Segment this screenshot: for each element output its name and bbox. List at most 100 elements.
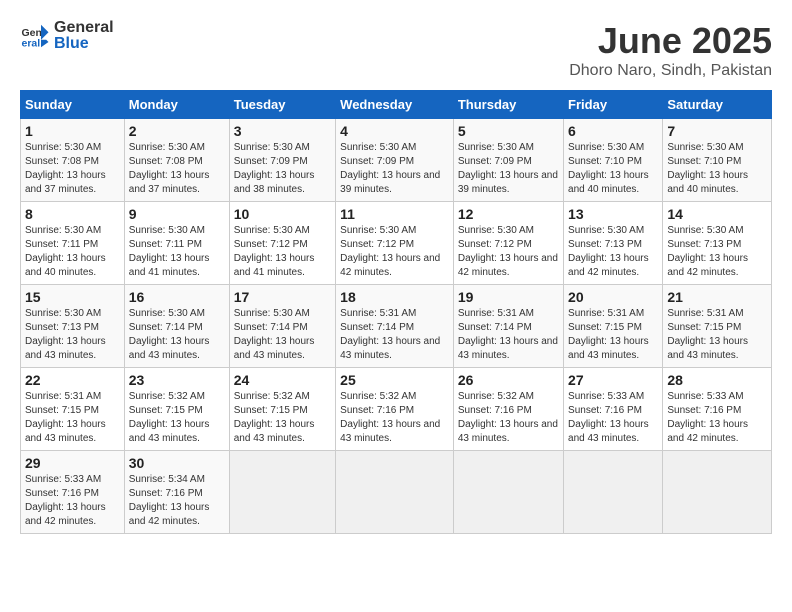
calendar-cell: 22 Sunrise: 5:31 AMSunset: 7:15 PMDayligh… [21,368,125,451]
logo-icon: Gen eral [20,21,50,51]
day-number: 23 [129,372,225,388]
cell-info: Sunrise: 5:30 AMSunset: 7:11 PMDaylight:… [25,224,120,280]
cell-info: Sunrise: 5:31 AMSunset: 7:14 PMDaylight:… [340,307,449,363]
day-number: 16 [129,289,225,305]
day-header-sunday: Sunday [21,91,125,119]
day-number: 20 [568,289,658,305]
week-row-2: 8 Sunrise: 5:30 AMSunset: 7:11 PMDaylight… [21,202,772,285]
week-row-4: 22 Sunrise: 5:31 AMSunset: 7:15 PMDayligh… [21,368,772,451]
day-number: 26 [458,372,559,388]
logo-blue: Blue [54,36,114,52]
cell-info: Sunrise: 5:30 AMSunset: 7:12 PMDaylight:… [340,224,449,280]
week-row-3: 15 Sunrise: 5:30 AMSunset: 7:13 PMDayligh… [21,285,772,368]
cell-info: Sunrise: 5:31 AMSunset: 7:15 PMDaylight:… [667,307,767,363]
calendar-cell: 9 Sunrise: 5:30 AMSunset: 7:11 PMDaylight… [124,202,229,285]
calendar-cell: 29 Sunrise: 5:33 AMSunset: 7:16 PMDayligh… [21,451,125,534]
calendar-cell: 2Sunrise: 5:30 AMSunset: 7:08 PMDaylight… [124,119,229,202]
calendar-cell: 7 Sunrise: 5:30 AMSunset: 7:10 PMDaylight… [663,119,772,202]
calendar-cell [336,451,454,534]
cell-info: Sunrise: 5:32 AMSunset: 7:16 PMDaylight:… [458,390,559,446]
calendar-cell: 28 Sunrise: 5:33 AMSunset: 7:16 PMDayligh… [663,368,772,451]
day-header-friday: Friday [564,91,663,119]
calendar-cell [564,451,663,534]
calendar-cell [663,451,772,534]
cell-info: Sunrise: 5:33 AMSunset: 7:16 PMDaylight:… [568,390,658,446]
day-number: 28 [667,372,767,388]
calendar-cell: 12Sunrise: 5:30 AMSunset: 7:12 PMDayligh… [453,202,563,285]
calendar-cell: 13 Sunrise: 5:30 AMSunset: 7:13 PMDayligh… [564,202,663,285]
cell-info: Sunrise: 5:30 AMSunset: 7:13 PMDaylight:… [667,224,767,280]
calendar-cell: 1 Sunrise: 5:30 AMSunset: 7:08 PMDaylight… [21,119,125,202]
calendar-cell: 21Sunrise: 5:31 AMSunset: 7:15 PMDayligh… [663,285,772,368]
day-number: 13 [568,206,658,222]
cell-info: Sunrise: 5:30 AMSunset: 7:12 PMDaylight:… [234,224,331,280]
week-row-5: 29 Sunrise: 5:33 AMSunset: 7:16 PMDayligh… [21,451,772,534]
cell-info: Sunrise: 5:30 AMSunset: 7:13 PMDaylight:… [25,307,120,363]
day-number: 19 [458,289,559,305]
day-number: 29 [25,455,120,471]
svg-text:eral: eral [22,38,41,50]
calendar-cell [453,451,563,534]
calendar-table: SundayMondayTuesdayWednesdayThursdayFrid… [20,90,772,534]
cell-info: Sunrise: 5:30 AMSunset: 7:09 PMDaylight:… [340,141,449,197]
cell-info: Sunrise: 5:31 AMSunset: 7:14 PMDaylight:… [458,307,559,363]
calendar-cell: 27Sunrise: 5:33 AMSunset: 7:16 PMDayligh… [564,368,663,451]
title-area: June 2025 Dhoro Naro, Sindh, Pakistan [569,20,772,80]
day-number: 4 [340,123,449,139]
calendar-cell: 8 Sunrise: 5:30 AMSunset: 7:11 PMDaylight… [21,202,125,285]
day-number: 3 [234,123,331,139]
logo: Gen eral General Blue [20,20,114,52]
day-number: 1 [25,123,120,139]
day-number: 7 [667,123,767,139]
cell-info: Sunrise: 5:30 AMSunset: 7:13 PMDaylight:… [568,224,658,280]
calendar-cell: 11 Sunrise: 5:30 AMSunset: 7:12 PMDayligh… [336,202,454,285]
calendar-cell: 24Sunrise: 5:32 AMSunset: 7:15 PMDayligh… [229,368,335,451]
day-number: 8 [25,206,120,222]
day-number: 5 [458,123,559,139]
page-header: Gen eral General Blue June 2025 Dhoro Na… [20,20,772,80]
day-header-tuesday: Tuesday [229,91,335,119]
day-number: 22 [25,372,120,388]
logo-general: General [54,20,114,36]
calendar-subtitle: Dhoro Naro, Sindh, Pakistan [569,62,772,80]
day-number: 15 [25,289,120,305]
cell-info: Sunrise: 5:30 AMSunset: 7:09 PMDaylight:… [234,141,331,197]
cell-info: Sunrise: 5:30 AMSunset: 7:10 PMDaylight:… [667,141,767,197]
day-number: 9 [129,206,225,222]
cell-info: Sunrise: 5:31 AMSunset: 7:15 PMDaylight:… [25,390,120,446]
calendar-cell: 3 Sunrise: 5:30 AMSunset: 7:09 PMDaylight… [229,119,335,202]
calendar-cell: 14Sunrise: 5:30 AMSunset: 7:13 PMDayligh… [663,202,772,285]
header-row: SundayMondayTuesdayWednesdayThursdayFrid… [21,91,772,119]
cell-info: Sunrise: 5:30 AMSunset: 7:08 PMDaylight:… [129,141,225,197]
calendar-cell: 30Sunrise: 5:34 AMSunset: 7:16 PMDayligh… [124,451,229,534]
calendar-cell: 6 Sunrise: 5:30 AMSunset: 7:10 PMDaylight… [564,119,663,202]
calendar-cell: 4 Sunrise: 5:30 AMSunset: 7:09 PMDaylight… [336,119,454,202]
day-number: 18 [340,289,449,305]
cell-info: Sunrise: 5:30 AMSunset: 7:11 PMDaylight:… [129,224,225,280]
cell-info: Sunrise: 5:32 AMSunset: 7:16 PMDaylight:… [340,390,449,446]
day-number: 24 [234,372,331,388]
calendar-cell: 23Sunrise: 5:32 AMSunset: 7:15 PMDayligh… [124,368,229,451]
day-number: 12 [458,206,559,222]
calendar-cell: 5Sunrise: 5:30 AMSunset: 7:09 PMDaylight… [453,119,563,202]
cell-info: Sunrise: 5:33 AMSunset: 7:16 PMDaylight:… [25,473,120,529]
calendar-cell: 16 Sunrise: 5:30 AMSunset: 7:14 PMDayligh… [124,285,229,368]
calendar-cell: 18 Sunrise: 5:31 AMSunset: 7:14 PMDayligh… [336,285,454,368]
cell-info: Sunrise: 5:30 AMSunset: 7:08 PMDaylight:… [25,141,120,197]
calendar-cell: 17Sunrise: 5:30 AMSunset: 7:14 PMDayligh… [229,285,335,368]
day-number: 6 [568,123,658,139]
cell-info: Sunrise: 5:30 AMSunset: 7:14 PMDaylight:… [129,307,225,363]
calendar-cell: 25 Sunrise: 5:32 AMSunset: 7:16 PMDayligh… [336,368,454,451]
cell-info: Sunrise: 5:33 AMSunset: 7:16 PMDaylight:… [667,390,767,446]
day-number: 30 [129,455,225,471]
cell-info: Sunrise: 5:30 AMSunset: 7:10 PMDaylight:… [568,141,658,197]
calendar-cell: 26 Sunrise: 5:32 AMSunset: 7:16 PMDayligh… [453,368,563,451]
calendar-cell: 19 Sunrise: 5:31 AMSunset: 7:14 PMDayligh… [453,285,563,368]
day-number: 25 [340,372,449,388]
day-number: 11 [340,206,449,222]
day-number: 17 [234,289,331,305]
day-header-thursday: Thursday [453,91,563,119]
week-row-1: 1 Sunrise: 5:30 AMSunset: 7:08 PMDaylight… [21,119,772,202]
cell-info: Sunrise: 5:31 AMSunset: 7:15 PMDaylight:… [568,307,658,363]
calendar-cell: 10Sunrise: 5:30 AMSunset: 7:12 PMDayligh… [229,202,335,285]
